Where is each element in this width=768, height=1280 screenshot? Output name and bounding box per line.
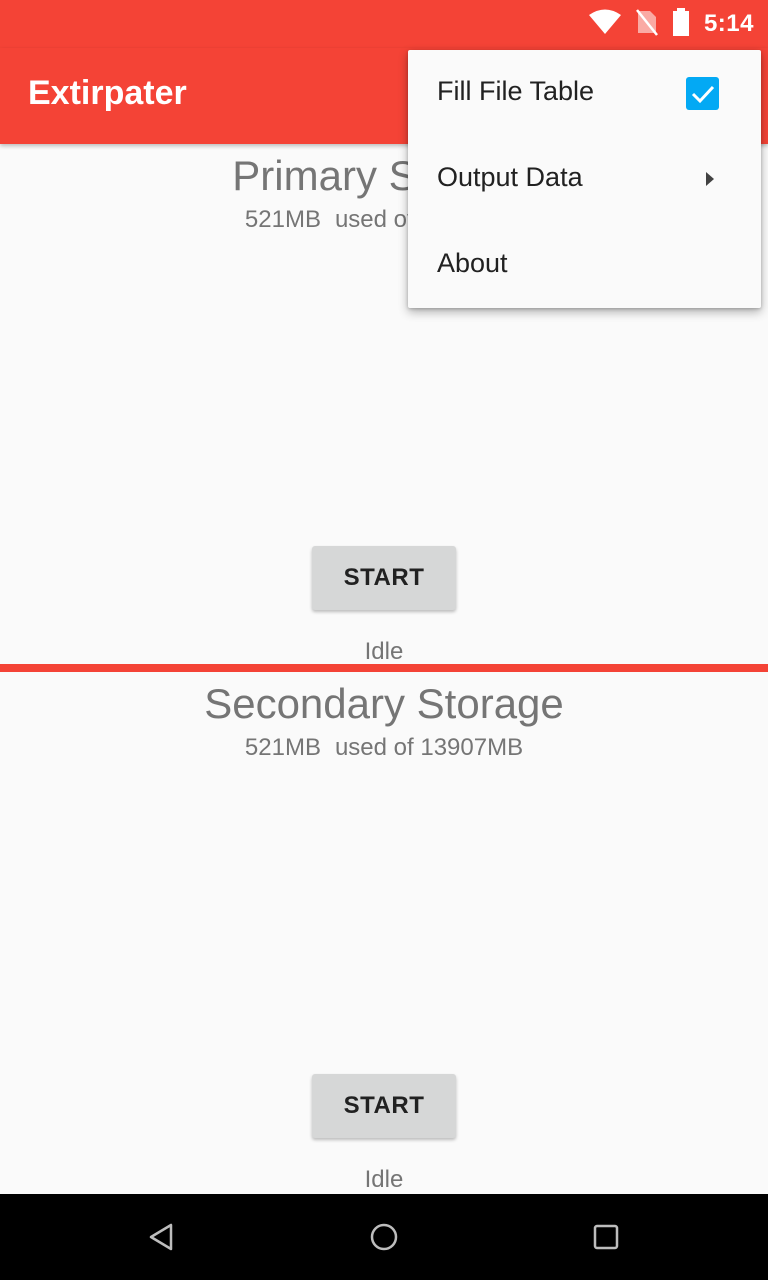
secondary-start-button[interactable]: START	[312, 1074, 456, 1138]
menu-item-label: About	[437, 248, 508, 278]
secondary-storage-usage: 521MB used of 13907MB	[0, 734, 768, 762]
back-icon[interactable]	[138, 1213, 186, 1261]
wifi-icon	[588, 9, 622, 40]
primary-start-button[interactable]: START	[312, 546, 456, 610]
menu-item-fill-file-table[interactable]: Fill File Table	[408, 50, 761, 136]
status-icons: 5:14	[588, 0, 754, 48]
app-title: Extirpater	[28, 74, 187, 112]
menu-item-label: Fill File Table	[437, 76, 595, 106]
status-time: 5:14	[703, 10, 754, 37]
checkbox-checked-icon[interactable]	[686, 77, 719, 110]
status-bar: 5:14	[0, 0, 768, 48]
secondary-storage-section: Secondary Storage 521MB used of 13907MB S…	[0, 672, 768, 1194]
section-divider	[0, 664, 768, 672]
home-icon[interactable]	[360, 1213, 408, 1261]
menu-item-label: Output Data	[437, 162, 583, 192]
primary-status-text: Idle	[364, 638, 404, 665]
no-sim-icon	[635, 8, 658, 41]
menu-item-about[interactable]: About	[408, 222, 761, 308]
navigation-bar	[0, 1194, 768, 1280]
primary-used-value: 521MB	[244, 206, 321, 233]
battery-icon	[672, 7, 690, 41]
overflow-menu: Fill File Table Output Data About	[408, 50, 761, 308]
submenu-arrow-icon	[704, 169, 716, 194]
secondary-storage-title: Secondary Storage	[204, 680, 564, 727]
secondary-used-value: 521MB	[244, 734, 321, 761]
secondary-total-text: used of 13907MB	[334, 734, 524, 761]
menu-item-output-data[interactable]: Output Data	[408, 136, 761, 222]
recents-icon[interactable]	[582, 1213, 630, 1261]
secondary-status-text: Idle	[364, 1166, 404, 1193]
